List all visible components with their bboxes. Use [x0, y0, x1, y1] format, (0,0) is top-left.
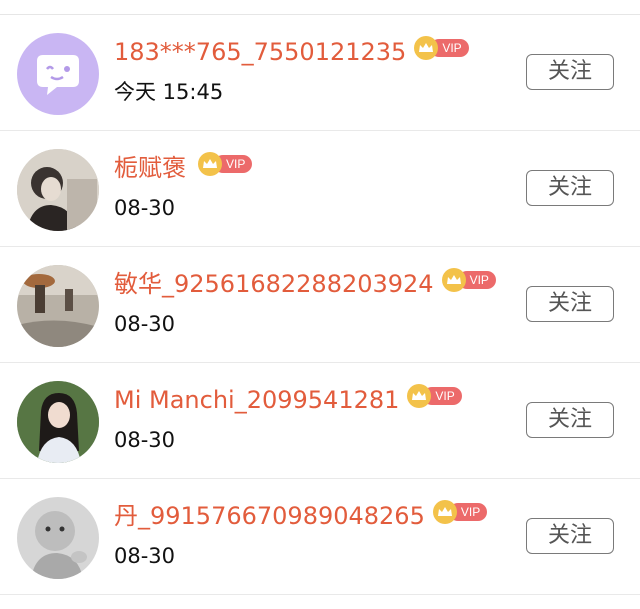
follow-time: 08-30: [114, 312, 176, 336]
name-line: Mi Manchi_2099541281 VIP: [114, 384, 462, 415]
name-line: 丹_991576670989048265 VIP: [114, 500, 488, 531]
user-name[interactable]: Mi Manchi_2099541281: [114, 385, 399, 415]
name-line: 栀赋褒 VIP: [114, 152, 253, 183]
name-line: 敏华_92561682288203924 VIP: [114, 268, 496, 299]
list-item[interactable]: 183***765_7550121235 VIP 今天 15:45 关注: [0, 15, 640, 131]
baby-photo-avatar[interactable]: [17, 497, 99, 579]
vip-badge: VIP: [198, 152, 253, 176]
follow-button[interactable]: 关注: [526, 518, 614, 554]
rain-street-avatar[interactable]: [17, 265, 99, 347]
follow-button[interactable]: 关注: [526, 286, 614, 322]
list-item[interactable]: 栀赋褒 VIP 08-30 关注: [0, 131, 640, 247]
user-name[interactable]: 敏华_92561682288203924: [114, 269, 434, 299]
list-item[interactable]: 丹_991576670989048265 VIP 08-30 关注: [0, 479, 640, 595]
list-item[interactable]: Mi Manchi_2099541281 VIP 08-30 关注: [0, 363, 640, 479]
crown-icon: [441, 268, 466, 292]
crown-icon: [414, 36, 439, 60]
follow-button[interactable]: 关注: [526, 170, 614, 206]
vip-badge: VIP: [414, 36, 469, 60]
list-item[interactable]: 敏华_92561682288203924 VIP 08-30 关注: [0, 247, 640, 363]
name-line: 183***765_7550121235 VIP: [114, 36, 469, 67]
follow-time: 08-30: [114, 428, 176, 452]
woman-photo-avatar[interactable]: [17, 149, 99, 231]
follow-button[interactable]: 关注: [526, 54, 614, 90]
top-divider: [0, 0, 640, 15]
follow-time: 今天 15:45: [114, 80, 224, 104]
user-name[interactable]: 丹_991576670989048265: [114, 501, 425, 531]
follow-time: 08-30: [114, 196, 176, 220]
follower-list: 183***765_7550121235 VIP 今天 15:45 关注 栀赋褒: [0, 15, 640, 595]
follow-button[interactable]: 关注: [526, 402, 614, 438]
user-name[interactable]: 栀赋褒: [114, 153, 186, 183]
vip-badge: VIP: [432, 500, 488, 524]
girl-photo-avatar[interactable]: [17, 381, 99, 463]
follow-time: 08-30: [114, 544, 176, 568]
chat-bubble-avatar[interactable]: [17, 33, 99, 115]
crown-icon: [432, 500, 457, 524]
vip-badge: VIP: [441, 268, 496, 292]
crown-icon: [198, 152, 222, 176]
vip-badge: VIP: [407, 384, 462, 408]
user-name[interactable]: 183***765_7550121235: [114, 37, 406, 67]
